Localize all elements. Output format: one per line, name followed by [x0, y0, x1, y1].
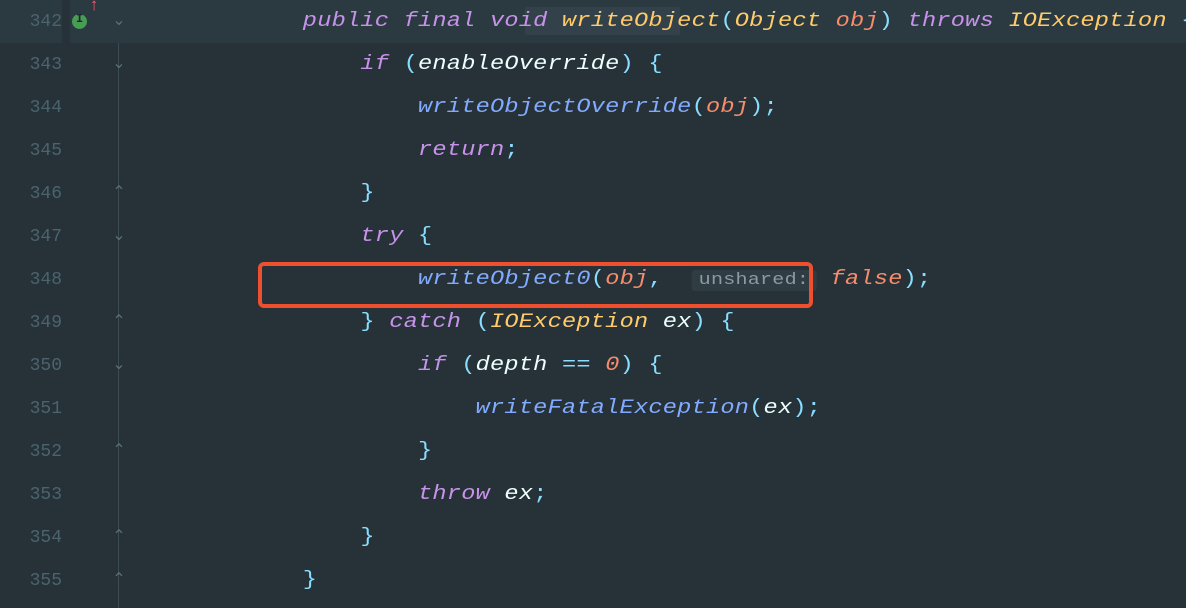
line-number: 347 — [0, 228, 62, 246]
param-type: Object — [735, 10, 821, 33]
exception-var: ex — [663, 311, 692, 334]
fold-toggle-icon[interactable] — [112, 229, 126, 243]
number-literal: 0 — [605, 354, 619, 377]
exception-type: IOException — [490, 311, 648, 334]
keyword-public: public — [303, 10, 389, 33]
param-name: obj — [836, 10, 879, 33]
line-number: 349 — [0, 314, 62, 332]
fold-toggle-icon[interactable] — [112, 311, 126, 325]
method-name: writeObject — [562, 10, 720, 33]
fold-column — [96, 0, 130, 608]
argument: obj — [706, 96, 749, 119]
fold-toggle-icon[interactable] — [112, 57, 126, 71]
line-number: 342 — [0, 13, 62, 31]
line-number: 345 — [0, 142, 62, 160]
keyword-throws: throws — [908, 10, 994, 33]
identifier: ex — [504, 483, 533, 506]
method-call: writeFatalException — [476, 397, 750, 420]
line-number: 350 — [0, 357, 62, 375]
keyword-final: final — [404, 10, 476, 33]
method-call: writeObject0 — [418, 268, 591, 291]
line-number: 355 — [0, 572, 62, 590]
keyword-try: try — [360, 225, 403, 248]
implements-gutter-icon[interactable] — [72, 14, 87, 29]
identifier: depth — [476, 354, 548, 377]
keyword-return: return — [418, 139, 504, 162]
gutter: 342 343 344 345 346 347 348 349 350 351 … — [0, 0, 70, 608]
line-number: 352 — [0, 443, 62, 461]
fold-toggle-icon[interactable] — [112, 358, 126, 372]
identifier: enableOverride — [418, 53, 620, 76]
literal-false: false — [831, 268, 903, 291]
fold-toggle-icon[interactable] — [112, 182, 126, 196]
line-number: 351 — [0, 400, 62, 418]
keyword-catch: catch — [389, 311, 461, 334]
fold-toggle-icon[interactable] — [112, 14, 126, 28]
line-number: 348 — [0, 271, 62, 289]
exception-type: IOException — [1008, 10, 1166, 33]
parameter-hint: unshared: — [692, 270, 817, 291]
line-number: 346 — [0, 185, 62, 203]
line-number: 344 — [0, 99, 62, 117]
fold-toggle-icon[interactable] — [112, 569, 126, 583]
keyword-throw: throw — [418, 483, 490, 506]
line-number: 343 — [0, 56, 62, 74]
line-number: 354 — [0, 529, 62, 547]
line-number: 353 — [0, 486, 62, 504]
code-editor[interactable]: 342 343 344 345 346 347 348 349 350 351 … — [0, 0, 1186, 608]
keyword-if: if — [418, 354, 447, 377]
argument: obj — [605, 268, 648, 291]
keyword-if: if — [360, 53, 389, 76]
code-line[interactable]: } — [130, 559, 1186, 602]
argument: ex — [764, 397, 793, 420]
fold-toggle-icon[interactable] — [112, 440, 126, 454]
code-area[interactable]: public final void writeObject(Object obj… — [130, 0, 1186, 608]
fold-toggle-icon[interactable] — [112, 526, 126, 540]
annotation-column: ↑ — [70, 0, 96, 608]
method-call: writeObjectOverride — [418, 96, 692, 119]
keyword-void: void — [490, 10, 548, 33]
